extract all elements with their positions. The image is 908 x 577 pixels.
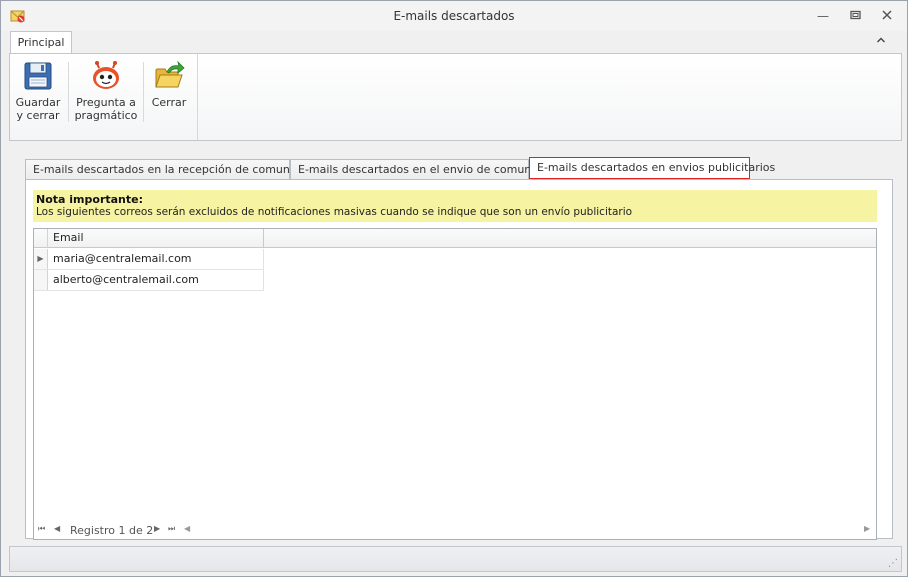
window: E-mails descartados — Principal Guardar	[0, 0, 908, 577]
email-cell[interactable]: maria@centralemail.com	[49, 249, 264, 269]
grid-navigator: ⏮ ◀ Registro 1 de 2 ▶ ⏭ ◀ ▶	[34, 522, 876, 540]
ask-pragmatico-button[interactable]: Pregunta a pragmático	[72, 54, 140, 140]
content-area: E-mails descartados en la recepción de c…	[9, 149, 902, 545]
row-indicator	[34, 270, 48, 290]
previous-record-icon[interactable]: ◀	[54, 524, 60, 533]
ask-label-line2: pragmático	[74, 109, 138, 122]
restore-icon	[849, 10, 861, 20]
note-text: Los siguientes correos serán excluidos d…	[36, 206, 633, 218]
note-title: Nota importante:	[36, 193, 143, 206]
ribbon-separator	[68, 62, 69, 122]
tab-sent-communications[interactable]: E-mails descartados en el envio de comun…	[290, 159, 561, 180]
table-row[interactable]: ▶ maria@centralemail.com	[34, 249, 264, 270]
tab-advertising-emails[interactable]: E-mails descartados en envios publicitar…	[529, 157, 775, 179]
folder-exit-icon	[155, 60, 185, 88]
email-grid: Email ▶ maria@centralemail.com alberto@c…	[33, 228, 877, 540]
resize-grip-icon[interactable]: ⋰	[888, 558, 898, 569]
ribbon: Guardar y cerrar Pregunta a pragmático C…	[9, 53, 902, 141]
ask-label-line1: Pregunta a	[76, 96, 136, 109]
close-window-button[interactable]	[878, 8, 896, 24]
save-label-line1: Guardar	[15, 96, 61, 109]
status-bar: ⋰	[9, 546, 902, 572]
minimize-button[interactable]: —	[814, 8, 832, 24]
save-and-close-button[interactable]: Guardar y cerrar	[14, 54, 62, 140]
current-row-arrow-icon: ▶	[34, 249, 48, 269]
first-record-icon[interactable]: ⏮	[38, 524, 45, 534]
ribbon-tabs: Principal	[1, 31, 907, 54]
tab-page: Nota importante: Los siguientes correos …	[25, 179, 893, 540]
maximize-button[interactable]	[846, 8, 864, 24]
row-indicator-header	[34, 229, 48, 248]
title-bar: E-mails descartados —	[1, 1, 907, 31]
last-record-icon[interactable]: ⏭	[168, 524, 175, 534]
save-label-line2: y cerrar	[16, 109, 60, 122]
collapse-ribbon-button[interactable]	[873, 34, 889, 50]
table-row[interactable]: alberto@centralemail.com	[34, 270, 264, 291]
chevron-up-icon	[877, 37, 885, 43]
column-header-email[interactable]: Email	[49, 229, 264, 248]
floppy-disk-icon	[24, 62, 52, 90]
ribbon-group-separator	[197, 54, 198, 140]
next-record-icon[interactable]: ▶	[154, 524, 160, 533]
close-label: Cerrar	[151, 96, 187, 109]
grid-header: Email	[34, 229, 876, 248]
ribbon-tab-principal[interactable]: Principal	[10, 31, 72, 54]
email-cell[interactable]: alberto@centralemail.com	[49, 270, 264, 290]
record-counter: Registro 1 de 2	[70, 524, 154, 537]
important-note: Nota importante: Los siguientes correos …	[33, 190, 877, 222]
tab-received-communications[interactable]: E-mails descartados en la recepción de c…	[25, 159, 325, 180]
ribbon-separator	[143, 62, 144, 122]
scroll-left-icon[interactable]: ◀	[184, 524, 190, 533]
scroll-right-icon[interactable]: ▶	[864, 524, 870, 533]
window-title: E-mails descartados	[393, 9, 515, 23]
close-icon	[882, 10, 892, 20]
close-button[interactable]: Cerrar	[148, 54, 190, 140]
robot-mascot-icon	[93, 61, 119, 89]
